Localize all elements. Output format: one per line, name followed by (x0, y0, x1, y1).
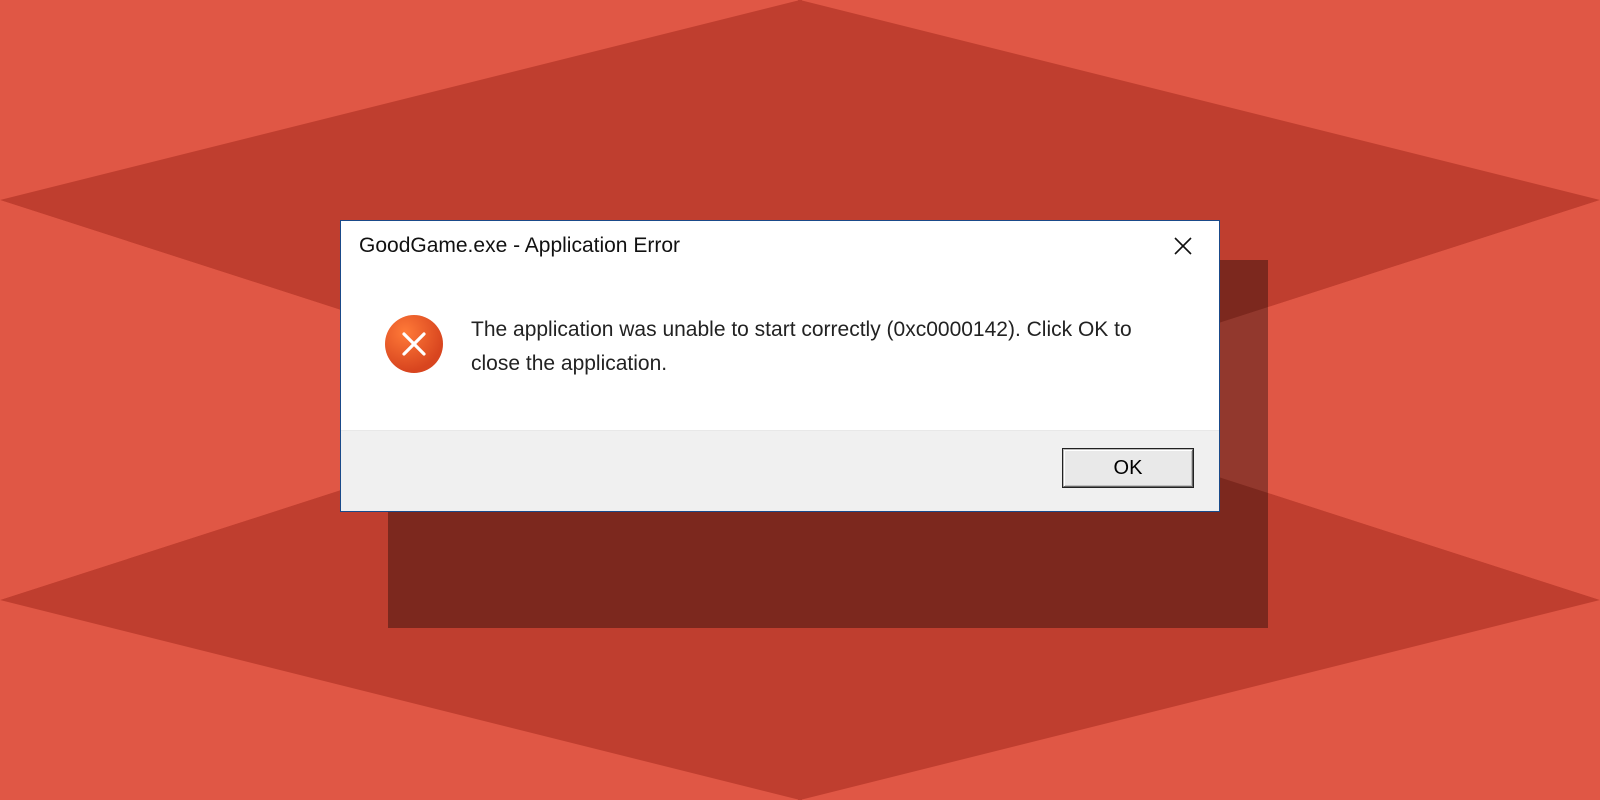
titlebar: GoodGame.exe - Application Error (341, 221, 1219, 271)
dialog-message: The application was unable to start corr… (471, 313, 1151, 380)
dialog-footer: OK (341, 430, 1219, 511)
close-button[interactable] (1161, 226, 1205, 266)
close-icon (1173, 236, 1193, 256)
error-dialog: GoodGame.exe - Application Error The app… (340, 220, 1220, 512)
dialog-title: GoodGame.exe - Application Error (359, 234, 680, 258)
error-icon (385, 315, 443, 373)
dialog-body: The application was unable to start corr… (341, 271, 1219, 430)
ok-button[interactable]: OK (1063, 449, 1193, 487)
